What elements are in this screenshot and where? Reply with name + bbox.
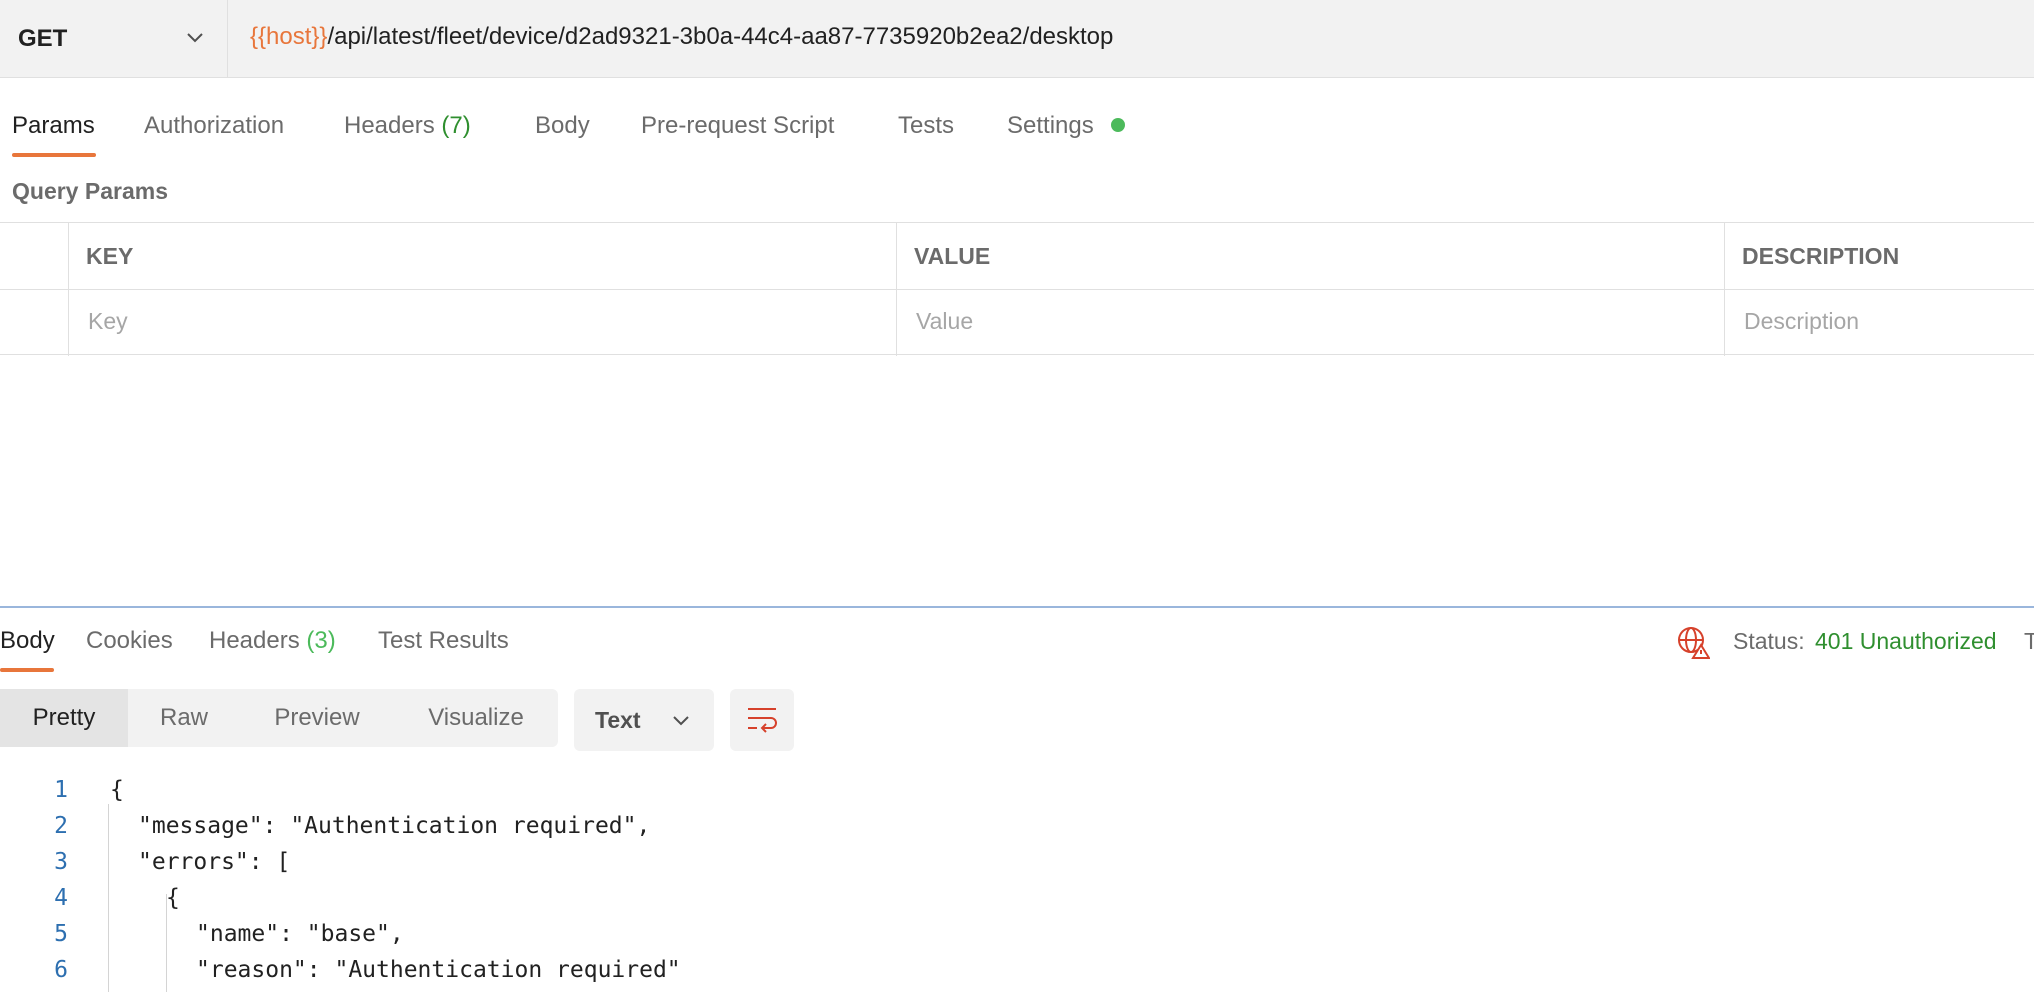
value-input[interactable]: Value [916, 308, 973, 335]
wrap-lines-button[interactable] [730, 689, 794, 751]
column-header-value: VALUE [914, 243, 991, 269]
table-column-divider [896, 223, 897, 356]
line-number: 2 [54, 813, 68, 839]
wrap-lines-icon [748, 708, 777, 733]
response-pane-divider[interactable] [0, 606, 2034, 608]
line-number: 3 [54, 849, 68, 875]
response-time-label: T [2024, 628, 2034, 654]
key-input[interactable]: Key [88, 308, 128, 335]
code-line: { [110, 777, 124, 803]
url-input[interactable]: {{host}}/api/latest/fleet/device/d2ad932… [250, 23, 1113, 51]
chevron-down-icon [187, 33, 203, 43]
status-value: 401 Unauthorized [1815, 628, 1997, 654]
format-label: Text [595, 707, 641, 733]
line-number: 4 [54, 885, 68, 911]
active-response-tab-underline [0, 668, 54, 672]
chevron-down-icon [673, 716, 689, 726]
line-number: 5 [54, 921, 68, 947]
tab-body[interactable]: Body [535, 112, 590, 140]
view-mode-selector: Pretty Raw Preview Visualize [0, 689, 558, 747]
response-tab-cookies[interactable]: Cookies [86, 627, 173, 655]
view-mode-pretty[interactable]: Pretty [0, 689, 128, 747]
tab-pre-request-script[interactable]: Pre-request Script [641, 112, 834, 140]
settings-indicator-dot [1111, 118, 1125, 132]
response-tab-headers-label: Headers [209, 627, 300, 654]
code-line: "reason": "Authentication required" [196, 957, 681, 983]
response-tab-headers[interactable]: Headers (3) [209, 627, 336, 655]
globe-error-icon[interactable] [1676, 625, 1710, 659]
response-tab-headers-count: (3) [306, 627, 336, 654]
view-mode-visualize[interactable]: Visualize [394, 689, 558, 747]
code-line: "name": "base", [196, 921, 404, 947]
format-select[interactable]: Text [574, 689, 714, 751]
code-line: "errors": [ [138, 849, 291, 875]
response-tab-body[interactable]: Body [0, 627, 55, 655]
query-params-title: Query Params [12, 178, 168, 204]
view-mode-raw[interactable]: Raw [128, 689, 240, 747]
method-select[interactable]: GET [0, 0, 228, 78]
view-mode-preview[interactable]: Preview [240, 689, 394, 747]
line-number: 1 [54, 777, 68, 803]
active-tab-underline [12, 153, 96, 157]
status-label: Status: [1733, 628, 1805, 654]
url-path: /api/latest/fleet/device/d2ad9321-3b0a-4… [327, 23, 1114, 50]
method-label: GET [18, 25, 68, 52]
code-line: "message": "Authentication required", [138, 813, 651, 839]
column-header-key: KEY [86, 243, 134, 269]
table-row-divider [0, 289, 2034, 290]
tab-settings[interactable]: Settings [1007, 112, 1094, 140]
tab-headers[interactable]: Headers (7) [344, 112, 471, 140]
tab-headers-label: Headers [344, 112, 435, 139]
tab-headers-count: (7) [441, 112, 471, 139]
description-input[interactable]: Description [1744, 308, 1859, 335]
request-bar: GET {{host}}/api/latest/fleet/device/d2a… [0, 0, 2034, 78]
code-line: { [166, 885, 180, 911]
table-column-divider [68, 223, 69, 356]
indent-guide [108, 804, 109, 992]
tab-tests[interactable]: Tests [898, 112, 954, 140]
response-body-editor[interactable]: 1 { 2 "message": "Authentication require… [0, 770, 2034, 992]
tab-params[interactable]: Params [12, 112, 95, 140]
table-column-divider [1724, 223, 1725, 356]
line-number: 6 [54, 957, 68, 983]
column-header-description: DESCRIPTION [1742, 243, 1900, 269]
query-params-table: KEY VALUE DESCRIPTION Key Value Descript… [0, 222, 2034, 356]
url-host-variable: {{host}} [250, 23, 328, 50]
tab-authorization[interactable]: Authorization [144, 112, 284, 140]
response-tab-test-results[interactable]: Test Results [378, 627, 509, 655]
